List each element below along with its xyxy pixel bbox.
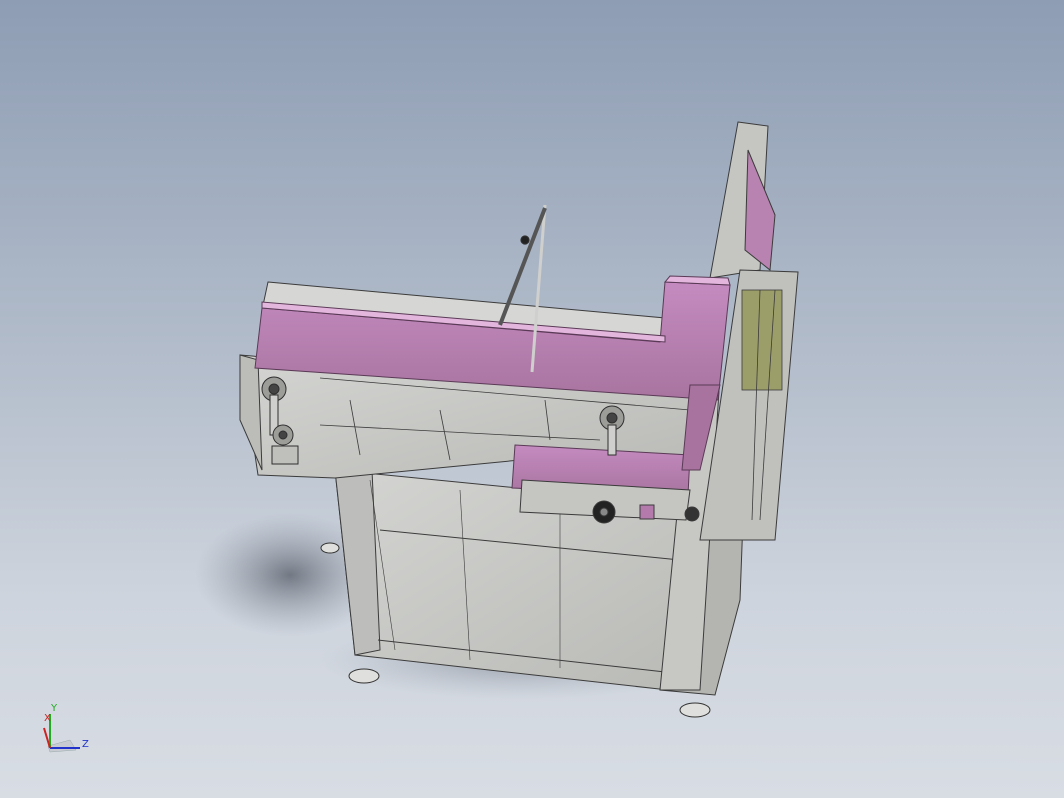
y-axis-label: Y bbox=[51, 703, 58, 714]
triad-plane bbox=[47, 739, 77, 753]
machine-3d-model[interactable] bbox=[0, 0, 1064, 798]
graphics-viewport[interactable]: X Y Z bbox=[0, 0, 1064, 798]
view-orientation-triad: X Y Z bbox=[36, 700, 96, 760]
x-axis-label: X bbox=[44, 713, 51, 724]
z-axis-label: Z bbox=[82, 739, 89, 750]
triad-axes bbox=[43, 714, 80, 753]
